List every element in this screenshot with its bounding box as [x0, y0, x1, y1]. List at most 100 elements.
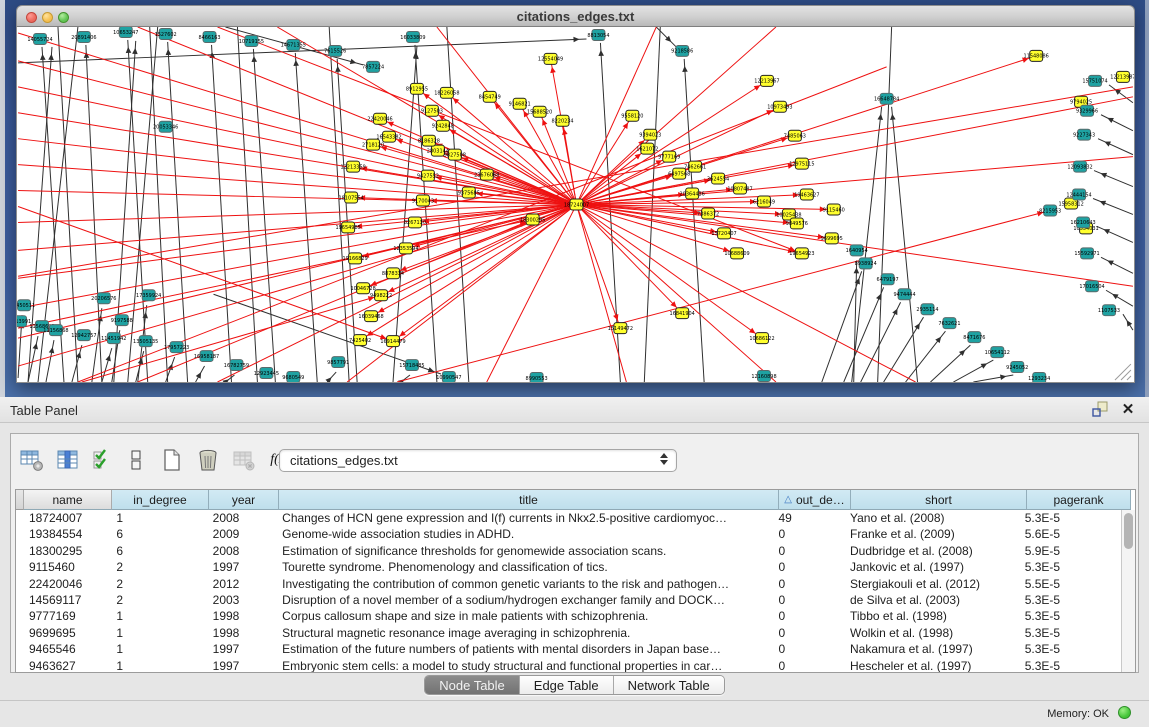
- table-cell-title[interactable]: Embryonic stem cells: a model to study s…: [277, 658, 773, 673]
- table-cell-year[interactable]: 2012: [208, 576, 278, 592]
- graph-edge[interactable]: [844, 287, 884, 382]
- column-header-name[interactable]: name: [24, 490, 112, 510]
- table-cell-short[interactable]: Franke et al. (2009): [845, 526, 1020, 542]
- graph-edge[interactable]: [1101, 115, 1133, 131]
- table-row[interactable]: 2242004622012Investigating the contribut…: [16, 576, 1123, 592]
- table-cell-pagerank[interactable]: 5.3E-5: [1020, 641, 1123, 657]
- table-cell-name[interactable]: 18724007: [24, 510, 111, 526]
- table-cell-title[interactable]: Disruption of a novel member of a sodium…: [277, 592, 773, 608]
- graph-edge[interactable]: [1106, 290, 1133, 306]
- tab-network-table[interactable]: Network Table: [614, 676, 724, 694]
- table-selector-dropdown[interactable]: citations_edges.txt: [279, 449, 677, 472]
- table-cell-short[interactable]: Wolkin et al. (1998): [845, 625, 1020, 641]
- graph-edge[interactable]: [1097, 226, 1133, 242]
- graph-edge[interactable]: [18, 87, 576, 205]
- table-row[interactable]: 977716911998Corpus callosum shape and si…: [16, 608, 1123, 624]
- graph-edge[interactable]: [150, 27, 168, 382]
- table-cell-short[interactable]: Jankovic et al. (1997): [845, 559, 1020, 575]
- table-cell-in_degree[interactable]: 1: [111, 625, 207, 641]
- graph-edge[interactable]: [576, 157, 1132, 205]
- table-cell-title[interactable]: Genome-wide association studies in ADHD.: [277, 526, 773, 542]
- table-cell-out_degree[interactable]: 0: [773, 543, 845, 559]
- table-cell-title[interactable]: Corpus callosum shape and size in male p…: [277, 608, 773, 624]
- table-cell-title[interactable]: Structural magnetic resonance image aver…: [277, 625, 773, 641]
- close-panel-icon[interactable]: ✕: [1119, 400, 1137, 418]
- graph-edge[interactable]: [953, 360, 993, 382]
- column-header-short[interactable]: short: [851, 490, 1027, 510]
- float-panel-icon[interactable]: [1091, 400, 1109, 418]
- table-cell-title[interactable]: Tourette syndrome. Phenomenology and cla…: [277, 559, 773, 575]
- table-cell-short[interactable]: Dudbridge et al. (2008): [845, 543, 1020, 559]
- table-row[interactable]: 969969511998Structural magnetic resonanc…: [16, 625, 1123, 641]
- table-cell-out_degree[interactable]: 0: [773, 625, 845, 641]
- table-cell-year[interactable]: 2009: [208, 526, 278, 542]
- table-cell-name[interactable]: 9115460: [24, 559, 111, 575]
- graph-edge[interactable]: [576, 27, 656, 205]
- table-cell-name[interactable]: 19384554: [24, 526, 111, 542]
- network-window-titlebar[interactable]: citations_edges.txt: [16, 5, 1135, 27]
- table-cell-year[interactable]: 1997: [208, 641, 278, 657]
- table-cell-year[interactable]: 2003: [208, 592, 278, 608]
- table-cell-pagerank[interactable]: 5.3E-5: [1020, 592, 1123, 608]
- graph-edge[interactable]: [18, 87, 1133, 276]
- table-cell-short[interactable]: Yano et al. (2008): [845, 510, 1020, 526]
- table-mode-icon[interactable]: [19, 446, 45, 474]
- new-table-icon[interactable]: [159, 446, 185, 474]
- table-cell-pagerank[interactable]: 5.3E-5: [1020, 608, 1123, 624]
- graph-edge[interactable]: [447, 27, 469, 382]
- table-cell-out_degree[interactable]: 49: [773, 510, 845, 526]
- graph-edge[interactable]: [1098, 139, 1133, 155]
- show-column-icon[interactable]: [55, 446, 81, 474]
- table-cell-in_degree[interactable]: 2: [111, 592, 207, 608]
- table-cell-out_degree[interactable]: 0: [773, 559, 845, 575]
- graph-edge[interactable]: [1094, 171, 1133, 187]
- resize-grip[interactable]: [1121, 370, 1131, 380]
- table-cell-name[interactable]: 9699695: [24, 625, 111, 641]
- tab-node-table[interactable]: Node Table: [425, 676, 520, 694]
- table-cell-in_degree[interactable]: 2: [111, 559, 207, 575]
- memory-status-dot[interactable]: [1118, 706, 1131, 719]
- table-cell-in_degree[interactable]: 6: [111, 543, 207, 559]
- graph-edge[interactable]: [102, 348, 112, 382]
- table-cell-pagerank[interactable]: 5.3E-5: [1020, 658, 1123, 673]
- table-cell-pagerank[interactable]: 5.6E-5: [1020, 526, 1123, 542]
- table-cell-name[interactable]: 22420046: [24, 576, 111, 592]
- table-row[interactable]: 946362711997Embryonic stem cells: a mode…: [16, 658, 1123, 673]
- graph-edge[interactable]: [218, 27, 802, 253]
- table-cell-year[interactable]: 2008: [208, 510, 278, 526]
- graph-edge[interactable]: [576, 205, 626, 383]
- table-cell-name[interactable]: 9463627: [24, 658, 111, 673]
- table-row[interactable]: 1872400712008Changes of HCN gene express…: [16, 510, 1123, 526]
- table-cell-name[interactable]: 18300295: [24, 543, 111, 559]
- table-cell-short[interactable]: Nakamura et al. (1997): [845, 641, 1020, 657]
- table-cell-in_degree[interactable]: 1: [111, 510, 207, 526]
- table-cell-out_degree[interactable]: 0: [773, 526, 845, 542]
- graph-edge[interactable]: [973, 375, 1013, 382]
- table-cell-year[interactable]: 1997: [208, 658, 278, 673]
- table-cell-pagerank[interactable]: 5.3E-5: [1020, 625, 1123, 641]
- graph-edge[interactable]: [487, 205, 577, 383]
- table-cell-out_degree[interactable]: 0: [773, 608, 845, 624]
- table-cell-title[interactable]: Estimation of significance thresholds fo…: [277, 543, 773, 559]
- column-header-year[interactable]: year: [209, 490, 279, 510]
- table-row[interactable]: 1830029562008Estimation of significance …: [16, 543, 1123, 559]
- column-header-out_degree[interactable]: △out_de…: [779, 490, 851, 510]
- graph-edge[interactable]: [1101, 257, 1133, 273]
- column-header-pagerank[interactable]: pagerank: [1027, 490, 1131, 510]
- graph-edge[interactable]: [854, 260, 857, 382]
- table-cell-in_degree[interactable]: 1: [111, 658, 207, 673]
- table-cell-in_degree[interactable]: 2: [111, 576, 207, 592]
- table-cell-title[interactable]: Investigating the contribution of common…: [277, 576, 773, 592]
- table-cell-out_degree[interactable]: 0: [773, 658, 845, 673]
- table-cell-short[interactable]: Stergiakouli et al. (2012): [845, 576, 1020, 592]
- table-cell-in_degree[interactable]: 1: [111, 608, 207, 624]
- table-row[interactable]: 1456911722003Disruption of a novel membe…: [16, 592, 1123, 608]
- table-cell-year[interactable]: 1998: [208, 625, 278, 641]
- table-cell-in_degree[interactable]: 6: [111, 526, 207, 542]
- graph-edge[interactable]: [128, 27, 158, 382]
- table-cell-pagerank[interactable]: 5.3E-5: [1020, 510, 1123, 526]
- graph-edge[interactable]: [253, 49, 275, 382]
- table-scrollbar[interactable]: [1121, 510, 1135, 673]
- graph-edge[interactable]: [892, 107, 918, 382]
- table-cell-name[interactable]: 9465546: [24, 641, 111, 657]
